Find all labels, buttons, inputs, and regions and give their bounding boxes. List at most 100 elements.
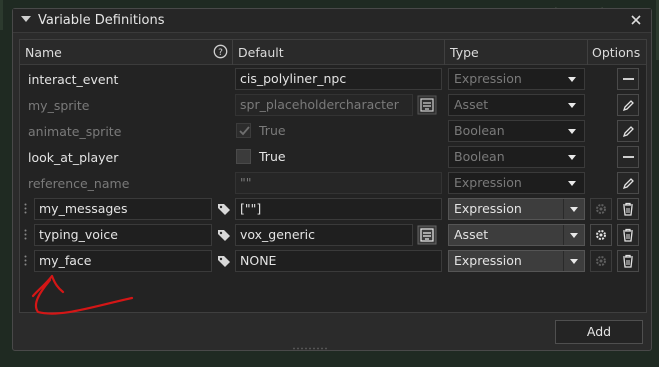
dropdown-button[interactable] — [563, 251, 584, 271]
delete-variable-button[interactable] — [617, 198, 639, 220]
default-checkbox[interactable] — [236, 149, 251, 164]
close-button[interactable] — [629, 12, 643, 28]
variable-name: my_sprite — [28, 98, 90, 113]
close-icon — [631, 15, 641, 25]
column-separator[interactable] — [587, 40, 588, 65]
pencil-icon — [622, 100, 634, 112]
chevron-down-icon — [568, 129, 576, 134]
chevron-down-icon — [568, 103, 576, 108]
variable-name: look_at_player — [28, 150, 119, 165]
variable-row: interact_event cis_polyliner_npc Express… — [20, 66, 646, 92]
gear-icon — [596, 230, 606, 240]
delete-variable-button[interactable] — [617, 224, 639, 246]
default-value-field[interactable]: [""] — [235, 198, 442, 220]
checkbox-label: True — [259, 149, 286, 164]
delete-variable-button[interactable] — [617, 250, 639, 272]
default-value-field[interactable]: "" — [235, 172, 442, 194]
variable-row: look_at_player True Boolean — [20, 144, 646, 170]
type-select[interactable]: Expression — [448, 198, 585, 220]
variable-row: my_face NONE Expression — [20, 248, 646, 274]
variable-settings-button[interactable] — [590, 224, 612, 246]
help-icon[interactable]: ? — [213, 44, 228, 59]
type-select-value: Boolean — [454, 123, 505, 138]
edit-override-button[interactable] — [617, 94, 639, 116]
chevron-down-icon — [570, 233, 578, 238]
add-variable-button[interactable]: Add — [555, 320, 643, 344]
column-header-default: Default — [238, 45, 284, 60]
variable-row: typing_voice vox_generic Asset — [20, 222, 646, 248]
type-select[interactable]: Boolean — [448, 146, 585, 168]
type-select[interactable]: Asset — [448, 94, 585, 116]
variables-grid: Name ? Default Type Options interact_eve… — [19, 39, 647, 313]
resize-grip-icon[interactable] — [293, 347, 329, 350]
trash-icon — [623, 254, 633, 268]
type-select-value: Expression — [454, 253, 522, 268]
gear-icon — [596, 256, 606, 266]
window-titlebar: Variable Definitions — [13, 9, 651, 33]
remove-override-button[interactable] — [617, 68, 639, 90]
default-checkbox[interactable] — [236, 123, 251, 138]
pencil-icon — [622, 178, 634, 190]
dropdown-button[interactable] — [563, 225, 584, 245]
chevron-down-icon — [570, 207, 578, 212]
minus-icon — [623, 156, 634, 158]
checkbox-label: True — [259, 123, 286, 138]
type-select[interactable]: Asset — [448, 224, 585, 246]
column-separator[interactable] — [444, 40, 445, 65]
column-separator[interactable] — [232, 40, 233, 65]
variable-settings-button[interactable] — [590, 198, 612, 220]
minus-icon — [623, 78, 634, 80]
type-select-value: Expression — [454, 201, 522, 216]
edit-override-button[interactable] — [617, 172, 639, 194]
edit-override-button[interactable] — [617, 120, 639, 142]
variable-row: my_messages [""] Expression — [20, 196, 646, 222]
asset-browser-icon[interactable] — [417, 225, 437, 245]
default-value-field[interactable]: spr_placeholdercharacter — [235, 94, 413, 116]
variable-name: interact_event — [28, 72, 119, 87]
type-select[interactable]: Expression — [448, 68, 585, 90]
chevron-down-icon — [568, 77, 576, 82]
trash-icon — [623, 228, 633, 242]
tag-icon[interactable] — [217, 202, 231, 216]
drag-handle-icon[interactable] — [24, 203, 27, 214]
chevron-down-icon — [568, 181, 576, 186]
variable-name: animate_sprite — [28, 124, 122, 139]
variable-name: reference_name — [28, 176, 130, 191]
default-value-field[interactable]: vox_generic — [235, 224, 413, 246]
type-select[interactable]: Expression — [448, 172, 585, 194]
variable-definitions-window: Variable Definitions Name ? Default Type… — [12, 8, 652, 351]
trash-icon — [623, 202, 633, 216]
type-select[interactable]: Boolean — [448, 120, 585, 142]
grid-header: Name ? Default Type Options — [20, 40, 646, 65]
type-select-value: Boolean — [454, 149, 505, 164]
tag-icon[interactable] — [217, 228, 231, 242]
remove-override-button[interactable] — [617, 146, 639, 168]
variable-name-field[interactable]: my_face — [34, 250, 212, 272]
variable-settings-button[interactable] — [590, 250, 612, 272]
variable-row: reference_name "" Expression — [20, 170, 646, 196]
default-value-field[interactable]: NONE — [235, 250, 442, 272]
variable-name-field[interactable]: typing_voice — [34, 224, 212, 246]
drag-handle-icon[interactable] — [24, 255, 27, 266]
asset-browser-icon[interactable] — [417, 95, 437, 115]
variable-name-field[interactable]: my_messages — [34, 198, 212, 220]
chevron-down-icon — [568, 155, 576, 160]
drag-handle-icon[interactable] — [24, 229, 27, 240]
tag-icon[interactable] — [217, 254, 231, 268]
dropdown-button[interactable] — [563, 199, 584, 219]
type-select-value: Asset — [454, 227, 489, 242]
default-value-field[interactable]: cis_polyliner_npc — [235, 68, 442, 90]
pencil-icon — [622, 126, 634, 138]
window-title: Variable Definitions — [38, 13, 165, 28]
gear-icon — [596, 204, 606, 214]
chevron-down-icon — [570, 259, 578, 264]
type-select[interactable]: Expression — [448, 250, 585, 272]
type-select-value: Asset — [454, 97, 489, 112]
type-select-value: Expression — [454, 71, 522, 86]
collapse-arrow-icon[interactable] — [21, 16, 31, 22]
variable-row: animate_sprite True Boolean — [20, 118, 646, 144]
variable-row: my_sprite spr_placeholdercharacter Asset — [20, 92, 646, 118]
type-select-value: Expression — [454, 175, 522, 190]
column-header-options: Options — [592, 45, 641, 60]
svg-text:?: ? — [218, 48, 223, 58]
